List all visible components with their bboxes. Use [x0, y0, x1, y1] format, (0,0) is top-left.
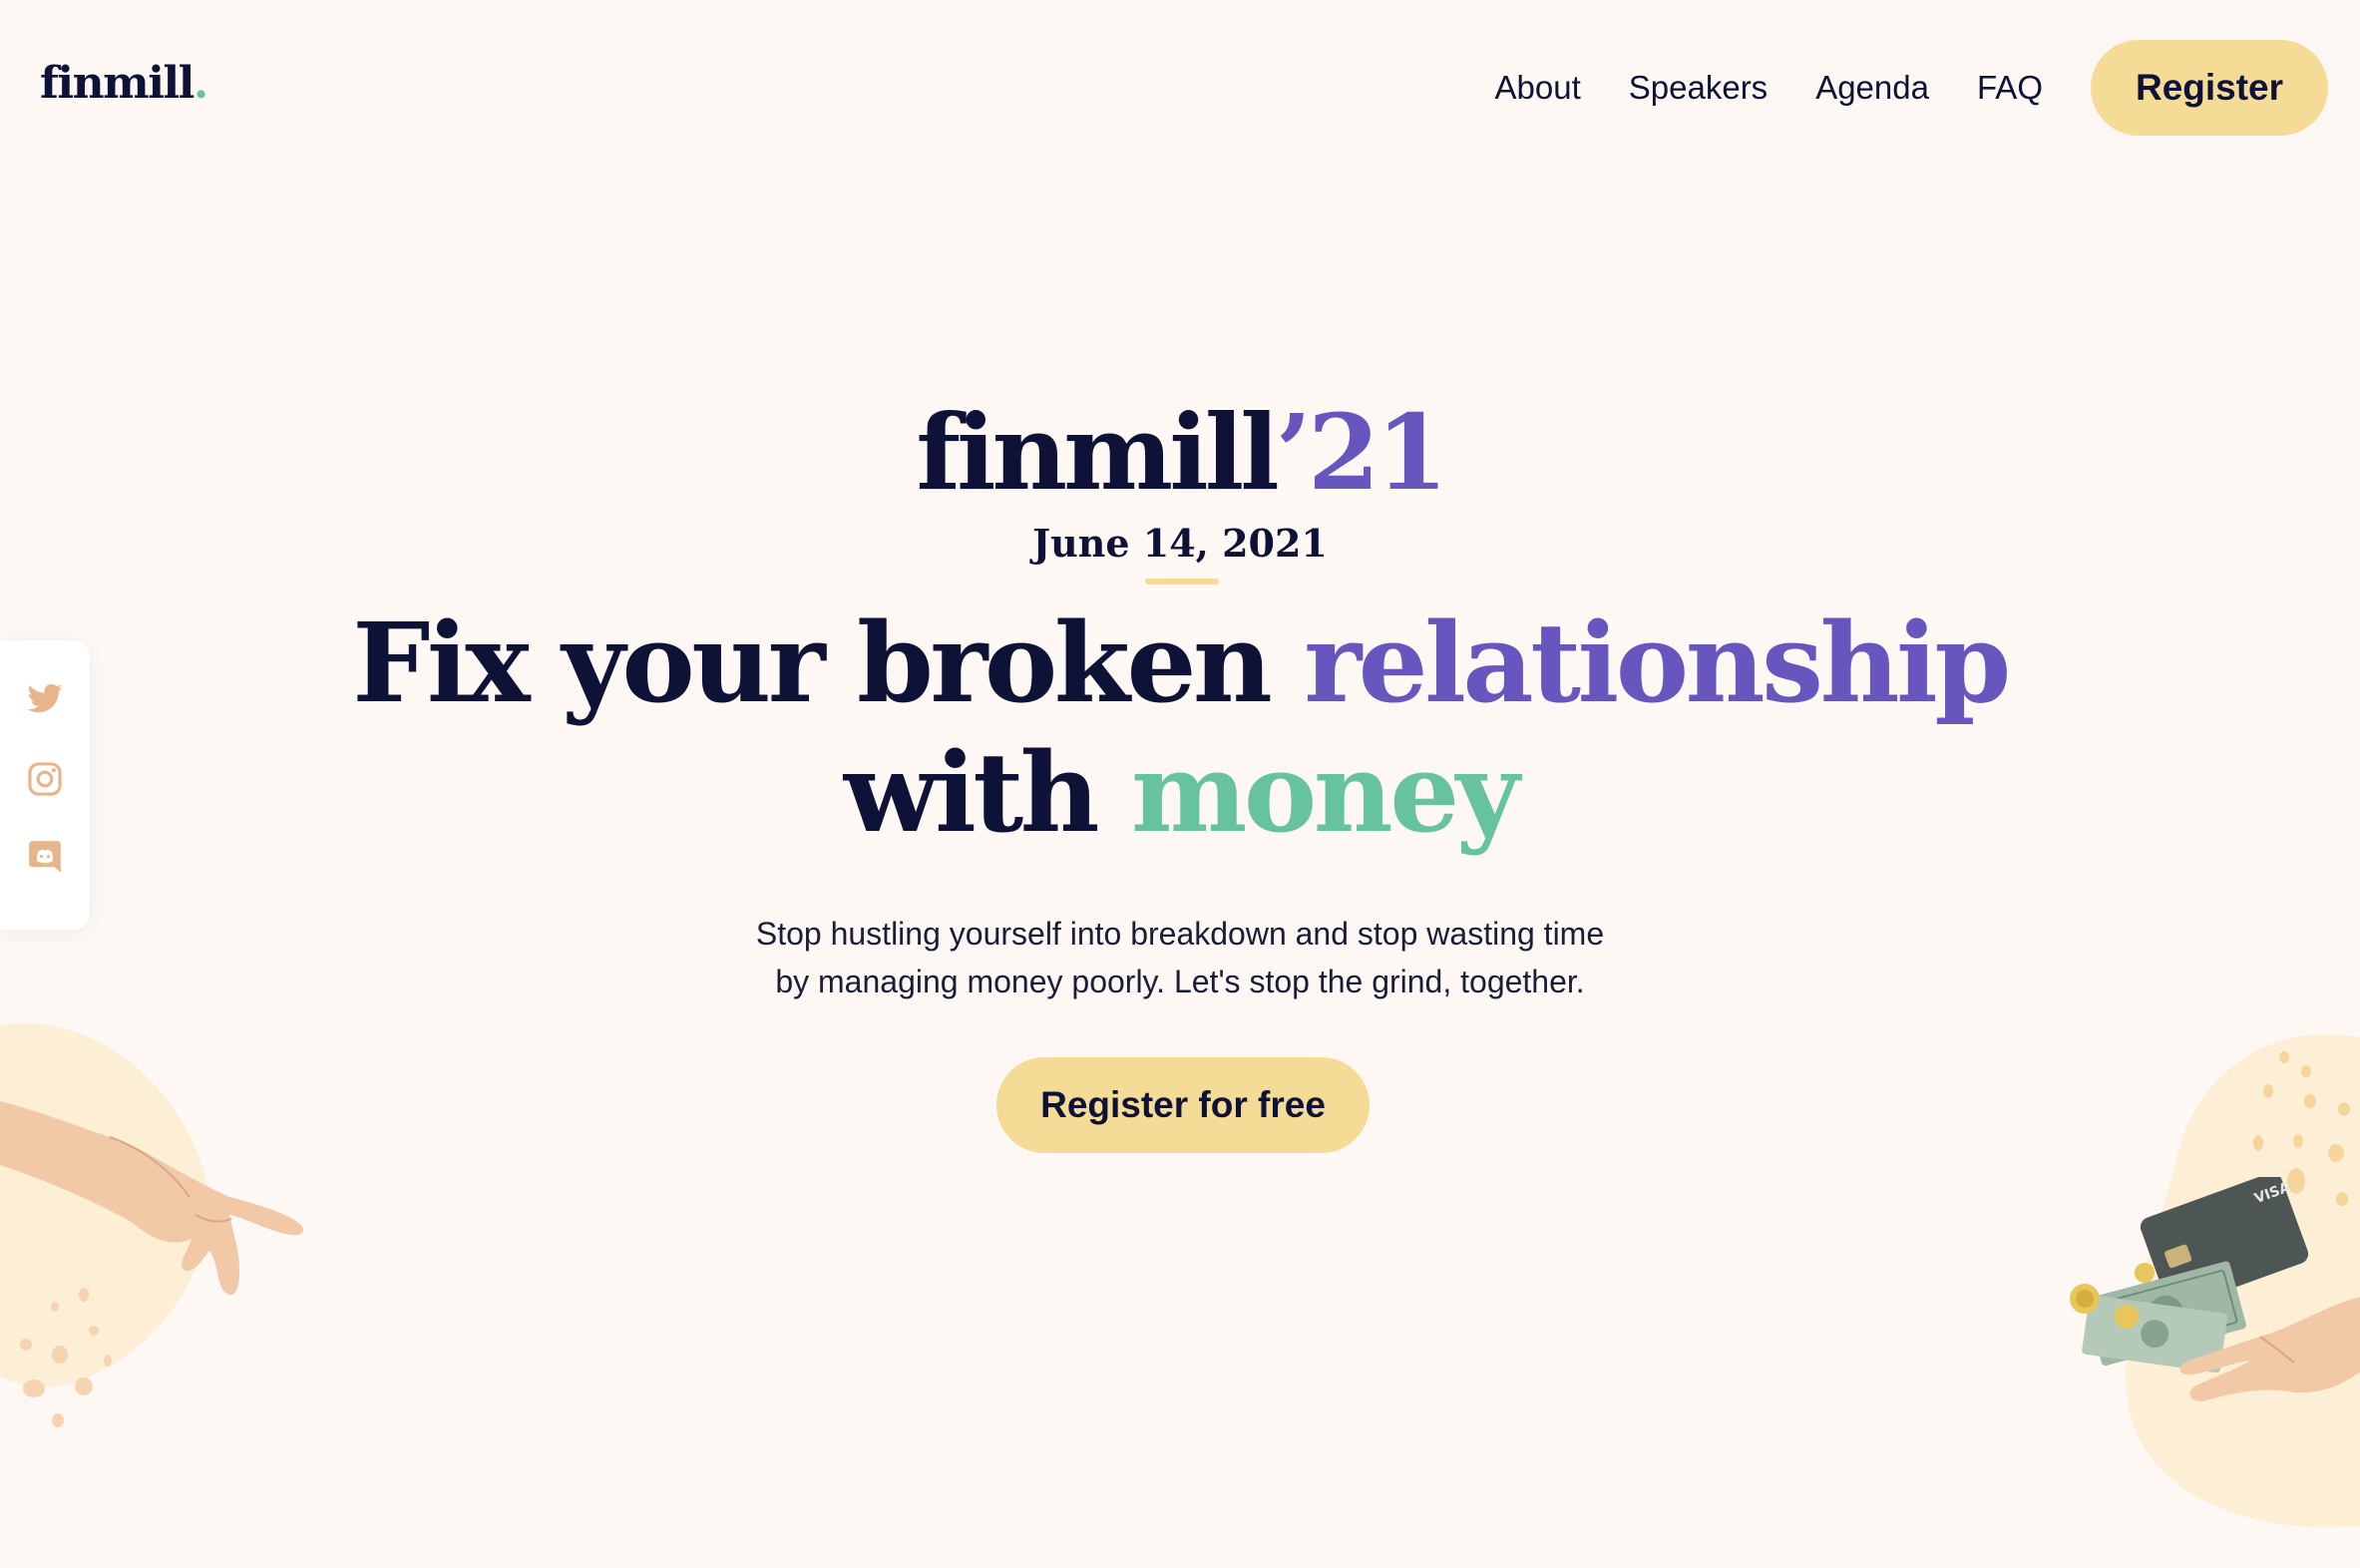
register-button[interactable]: Register — [2091, 40, 2328, 136]
nav-speakers[interactable]: Speakers — [1629, 69, 1768, 107]
event-name: finmill — [916, 391, 1279, 514]
hand-with-cash-and-card-image: VISA — [2070, 1177, 2360, 1401]
event-year: ’21 — [1275, 391, 1448, 514]
event-date: June 14, 2021 — [1032, 521, 1328, 566]
nav-faq[interactable]: FAQ — [1977, 69, 2043, 107]
brand-logo[interactable]: finmill. — [40, 58, 208, 109]
pointing-hand-image — [0, 1101, 304, 1296]
top-nav: About Speakers Agenda FAQ Register — [1495, 40, 2328, 136]
subtext-line-2: by managing money poorly. Let's stop the… — [775, 964, 1585, 999]
headline-highlight-relationship: relationship — [1304, 598, 2011, 727]
hero-subtext: Stop hustling yourself into breakdown an… — [0, 910, 2360, 1005]
subtext-line-1: Stop hustling yourself into breakdown an… — [755, 916, 1605, 952]
headline-highlight-money: money — [1130, 728, 1520, 857]
nav-about[interactable]: About — [1495, 69, 1581, 107]
date-underline — [1145, 579, 1219, 585]
event-title: finmill’21 — [0, 401, 2360, 505]
headline-text-1: Fix your broken — [352, 598, 1305, 727]
nav-agenda[interactable]: Agenda — [1815, 69, 1929, 107]
page: finmill. About Speakers Agenda FAQ Regis… — [0, 0, 2360, 1568]
headline-text-2: with — [843, 728, 1131, 857]
logo-text: finmill — [40, 58, 195, 109]
hero-headline: Fix your broken relationship with money — [0, 598, 2360, 858]
register-for-free-button[interactable]: Register for free — [996, 1057, 1370, 1153]
logo-dot: . — [193, 58, 208, 109]
